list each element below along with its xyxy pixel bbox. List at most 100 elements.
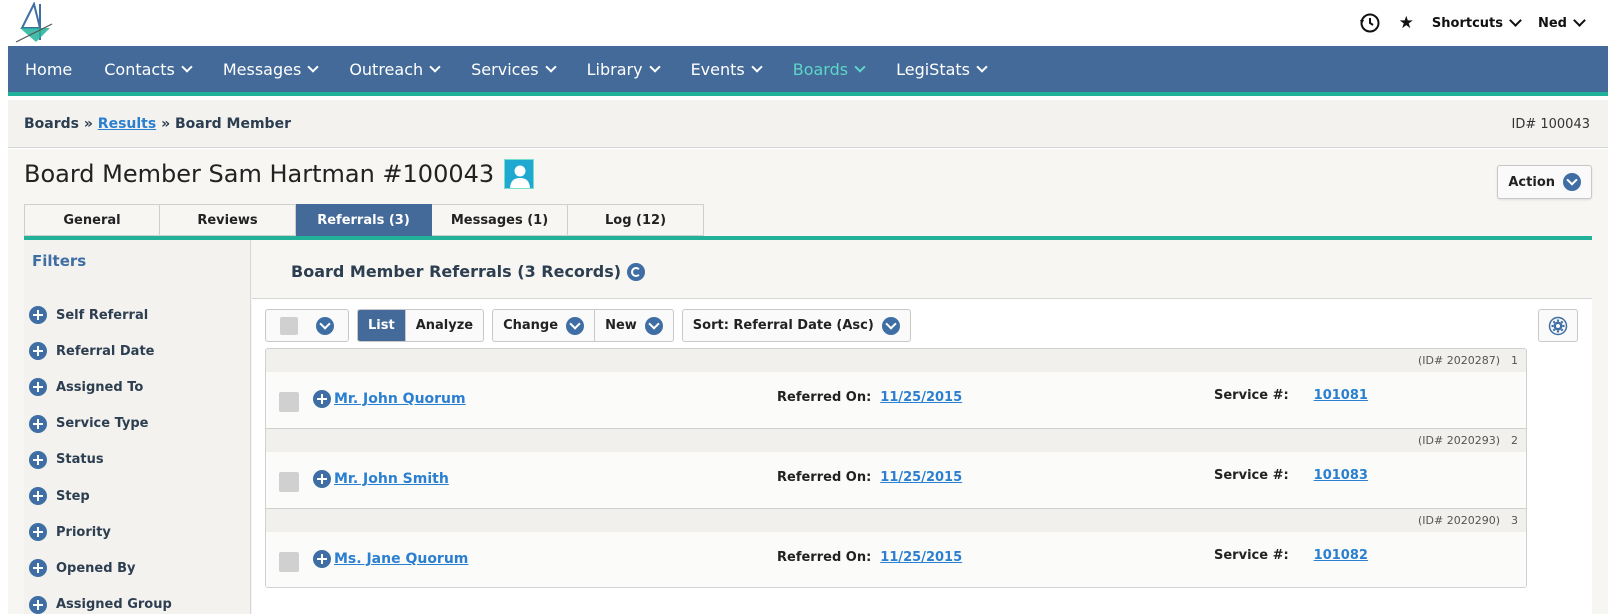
tab-messages[interactable]: Messages (1) [432, 204, 568, 236]
nav-item-home[interactable]: Home [25, 60, 72, 79]
chevron-down-icon [316, 316, 334, 335]
list-item: (ID# 2020293) 2 Mr. John Smith Referred … [266, 429, 1526, 509]
tab-referrals[interactable]: Referrals (3) [296, 204, 432, 236]
sort-dropdown[interactable]: Sort: Referral Date (Asc) [683, 310, 910, 341]
nav-item-legistats[interactable]: LegiStats [896, 59, 988, 79]
referral-name-link[interactable]: Mr. John Quorum [334, 391, 466, 407]
favorites-star-icon[interactable]: ★ [1399, 13, 1414, 33]
action-button[interactable]: Action [1497, 165, 1592, 199]
change-button[interactable]: Change [493, 310, 596, 341]
settings-button[interactable] [1538, 309, 1578, 342]
referred-date-link[interactable]: 11/25/2015 [880, 550, 962, 565]
main-nav: Home Contacts Messages Outreach Services… [8, 46, 1608, 96]
nav-item-messages[interactable]: Messages [222, 59, 319, 79]
filter-list: Self Referral Referral Date Assigned To … [29, 297, 172, 614]
record-checkbox[interactable] [279, 392, 299, 412]
chevron-down-icon [544, 60, 557, 73]
tab-reviews[interactable]: Reviews [160, 204, 296, 236]
service-label: Service #: [1214, 388, 1289, 403]
filter-self-referral[interactable]: Self Referral [29, 297, 172, 333]
plus-icon [29, 559, 47, 578]
referred-on: Referred On: 11/25/2015 [777, 390, 962, 405]
nav-item-library[interactable]: Library [586, 59, 661, 79]
service-label: Service #: [1214, 548, 1289, 563]
expand-plus-icon[interactable] [313, 550, 331, 568]
record-id: (ID# 2020290) [1417, 514, 1500, 527]
record-checkbox[interactable] [279, 472, 299, 492]
filter-priority[interactable]: Priority [29, 514, 172, 550]
plus-icon [29, 595, 47, 614]
list-item: (ID# 2020290) 3 Ms. Jane Quorum Referred… [266, 509, 1526, 587]
sort-group: Sort: Referral Date (Asc) [681, 309, 911, 342]
records-list: (ID# 2020287) 1 Mr. John Quorum Referred… [265, 348, 1527, 588]
page-title: Board Member Sam Hartman #100043 [24, 159, 535, 189]
service-label: Service #: [1214, 468, 1289, 483]
nav-label: LegiStats [896, 59, 971, 79]
filter-referral-date[interactable]: Referral Date [29, 333, 172, 369]
tab-general[interactable]: General [24, 204, 160, 236]
new-button[interactable]: New [595, 310, 673, 341]
shortcuts-menu[interactable]: Shortcuts [1432, 14, 1522, 31]
expand-plus-icon[interactable] [313, 470, 331, 488]
refresh-icon[interactable] [627, 262, 646, 281]
nav-label: Outreach [349, 59, 424, 79]
referral-name-link[interactable]: Ms. Jane Quorum [334, 551, 468, 567]
nav-label: Events [690, 59, 745, 79]
record-header: (ID# 2020287) 1 [266, 349, 1526, 372]
nav-item-outreach[interactable]: Outreach [349, 59, 441, 79]
plus-icon [29, 342, 47, 361]
nav-label: Boards [792, 59, 849, 79]
nav-label: Library [586, 59, 643, 79]
user-menu[interactable]: Ned [1538, 14, 1586, 31]
expand-plus-icon[interactable] [313, 390, 331, 408]
change-new-group: Change New [492, 309, 674, 342]
filter-service-type[interactable]: Service Type [29, 406, 172, 442]
page-title-text: Board Member Sam Hartman #100043 [24, 160, 495, 188]
plus-icon [29, 378, 47, 397]
record-body: Mr. John Quorum Referred On: 11/25/2015 … [266, 372, 1526, 429]
plus-icon [29, 306, 47, 325]
filter-assigned-to[interactable]: Assigned To [29, 369, 172, 405]
chevron-down-icon [648, 60, 661, 73]
plus-icon [29, 414, 47, 433]
filter-status[interactable]: Status [29, 442, 172, 478]
avatar[interactable] [504, 159, 535, 189]
nav-label: Messages [222, 59, 302, 79]
tab-log[interactable]: Log (12) [568, 204, 704, 236]
action-label: Action [1508, 174, 1555, 190]
filter-step[interactable]: Step [29, 478, 172, 514]
nav-item-contacts[interactable]: Contacts [104, 60, 193, 79]
list-view-button[interactable]: List [358, 310, 406, 341]
referred-on-label: Referred On: [777, 470, 872, 485]
breadcrumb-board-member: Board Member [175, 116, 291, 132]
record-name: Mr. John Quorum [313, 390, 466, 408]
breadcrumb-results-link[interactable]: Results [98, 116, 156, 132]
filter-opened-by[interactable]: Opened By [29, 550, 172, 586]
referral-name-link[interactable]: Mr. John Smith [334, 471, 449, 487]
service-number-link[interactable]: 101083 [1314, 468, 1368, 483]
referred-date-link[interactable]: 11/25/2015 [880, 470, 962, 485]
history-icon[interactable] [1359, 12, 1381, 34]
nav-item-services[interactable]: Services [471, 60, 557, 79]
referred-on: Referred On: 11/25/2015 [777, 550, 962, 565]
record-checkbox[interactable] [279, 552, 299, 572]
service-number-link[interactable]: 101082 [1314, 548, 1368, 563]
plus-icon [29, 487, 47, 506]
nav-item-boards[interactable]: Boards [792, 59, 866, 79]
app-logo-icon[interactable] [14, 2, 54, 44]
record-name: Mr. John Smith [313, 470, 449, 488]
record-name: Ms. Jane Quorum [313, 550, 468, 568]
select-all-checkbox[interactable] [266, 310, 348, 341]
filters-title: Filters [32, 252, 87, 270]
chevron-down-icon [1509, 14, 1522, 27]
service-number-link[interactable]: 101081 [1314, 388, 1368, 403]
chevron-down-icon [307, 60, 319, 73]
filter-assigned-group[interactable]: Assigned Group [29, 587, 172, 614]
breadcrumb-separator: » [79, 116, 98, 132]
referred-date-link[interactable]: 11/25/2015 [880, 390, 962, 405]
filter-label: Step [56, 488, 90, 504]
nav-item-events[interactable]: Events [690, 59, 763, 79]
chevron-down-icon [854, 60, 866, 73]
analyze-view-button[interactable]: Analyze [406, 310, 483, 341]
filter-label: Assigned Group [56, 597, 172, 613]
